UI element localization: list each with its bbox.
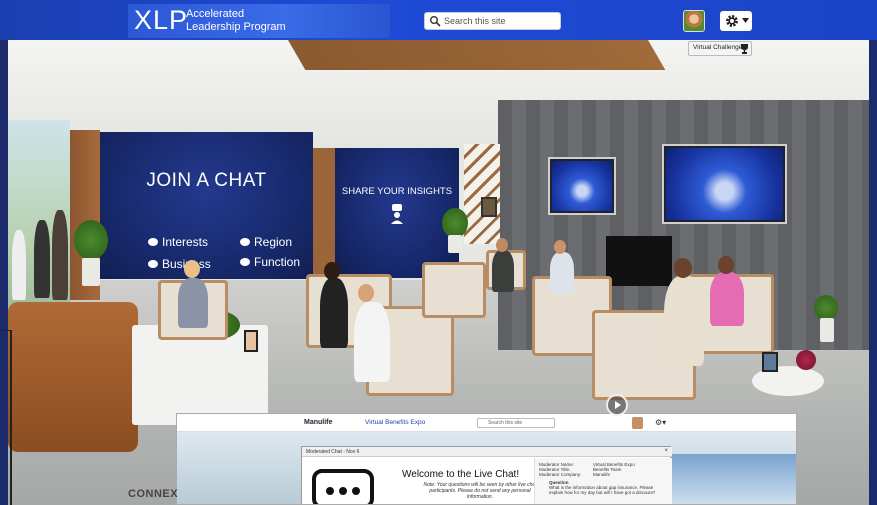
question-text: What is the information about gap insura… bbox=[549, 485, 656, 495]
plant bbox=[442, 208, 468, 238]
chat-modal-header: Moderated Chat - Nov 6 × bbox=[302, 447, 672, 457]
join-a-chat-panel[interactable]: JOIN A CHAT Interests Region Business Fu… bbox=[100, 132, 313, 279]
chevron-down-icon bbox=[742, 18, 749, 23]
join-option-function[interactable]: Function bbox=[254, 255, 300, 269]
plant-pot bbox=[82, 258, 100, 286]
connex-watermark: CONNEX bbox=[128, 488, 179, 500]
avatar-person[interactable] bbox=[34, 220, 50, 298]
join-option-region[interactable]: Region bbox=[254, 235, 292, 249]
plant-pot bbox=[448, 235, 462, 253]
frame-border bbox=[0, 330, 12, 505]
site-header: XLP Accelerated Leadership Program Searc… bbox=[0, 0, 877, 40]
preview-avatar[interactable] bbox=[632, 417, 643, 429]
search-input[interactable]: Search this site bbox=[424, 12, 561, 30]
moderator-company-label: Moderator Company: bbox=[539, 472, 582, 477]
avatar-head bbox=[674, 258, 692, 278]
close-icon[interactable]: × bbox=[664, 448, 668, 454]
live-chat-preview[interactable]: Manulife Virtual Benefits Expo Search th… bbox=[176, 413, 797, 505]
preview-brand-expo: Virtual Benefits Expo bbox=[365, 419, 426, 426]
avatar-person[interactable] bbox=[354, 302, 390, 382]
join-chat-title: JOIN A CHAT bbox=[146, 170, 267, 191]
avatar-head bbox=[184, 260, 200, 278]
virtual-lobby-page: JOIN A CHAT Interests Region Business Fu… bbox=[0, 0, 877, 505]
chat-bubble-icon bbox=[312, 469, 374, 504]
logo-xlp-text: XLP bbox=[134, 5, 189, 35]
preview-search-placeholder: Search this site bbox=[488, 420, 523, 426]
user-avatar[interactable] bbox=[683, 10, 705, 32]
chat-moderator-panel: Moderator Name: Virtual Benefits Expo Mo… bbox=[534, 458, 672, 504]
avatar-person[interactable] bbox=[492, 250, 514, 292]
chat-bubble-icon bbox=[240, 238, 250, 246]
moderator-company: Manulife bbox=[593, 472, 611, 477]
plant-pot bbox=[820, 318, 834, 342]
chat-bubble-icon bbox=[148, 260, 158, 268]
trophy-icon bbox=[741, 44, 748, 54]
logo-subtitle-line2: Leadership Program bbox=[186, 21, 286, 33]
globe-screen bbox=[552, 161, 612, 211]
wall-display-left bbox=[548, 157, 616, 215]
avatar-person[interactable] bbox=[320, 278, 348, 348]
avatar-head bbox=[718, 256, 734, 274]
logo-subtitle-line1: Accelerated bbox=[186, 8, 245, 20]
decor-shelf bbox=[464, 144, 500, 244]
plant bbox=[74, 220, 108, 260]
gear-icon bbox=[726, 15, 738, 27]
globe-screen bbox=[666, 148, 783, 220]
avatar-person[interactable] bbox=[664, 276, 704, 366]
chat-bubble-icon bbox=[148, 238, 158, 246]
chat-bubble-icon bbox=[240, 258, 250, 266]
flower-vase bbox=[796, 350, 816, 370]
avatar-person[interactable] bbox=[550, 252, 574, 294]
preview-gear-icon[interactable]: ⚙▾ bbox=[655, 418, 670, 428]
chat-welcome-note: Note: Your questions will be seen by oth… bbox=[423, 482, 537, 500]
avatar-head bbox=[496, 238, 508, 252]
photo-frame[interactable] bbox=[244, 330, 258, 352]
search-placeholder: Search this site bbox=[444, 16, 506, 26]
wall-display-right bbox=[662, 144, 787, 224]
preview-brand-manulife: Manulife bbox=[304, 419, 333, 426]
photo-frame[interactable] bbox=[762, 352, 778, 372]
black-tv bbox=[606, 236, 672, 286]
avatar-head bbox=[358, 284, 374, 302]
preview-header: Manulife Virtual Benefits Expo Search th… bbox=[177, 414, 796, 432]
chat-welcome-title: Welcome to the Live Chat! bbox=[402, 469, 520, 480]
preview-search-input[interactable]: Search this site bbox=[477, 418, 555, 428]
virtual-challenge-button[interactable]: Virtual Challenge bbox=[688, 41, 752, 56]
ceiling-beam bbox=[288, 40, 666, 70]
share-insights-icon bbox=[391, 204, 403, 224]
avatar-person[interactable] bbox=[12, 230, 26, 300]
program-logo[interactable]: XLP Accelerated Leadership Program bbox=[128, 4, 390, 38]
share-insights-title: SHARE YOUR INSIGHTS bbox=[341, 186, 453, 197]
chat-modal-title: Moderated Chat - Nov 6 bbox=[306, 449, 360, 455]
search-icon bbox=[430, 16, 441, 27]
preview-sea-image bbox=[671, 454, 796, 504]
avatar-head bbox=[324, 262, 340, 280]
lounge-chair bbox=[422, 262, 486, 318]
share-insights-panel[interactable]: SHARE YOUR INSIGHTS bbox=[335, 148, 459, 278]
wall-photo-frame[interactable] bbox=[481, 197, 497, 217]
avatar-head bbox=[554, 240, 566, 254]
avatar-person[interactable] bbox=[178, 278, 208, 328]
live-chat-modal: Moderated Chat - Nov 6 × Welcome to the … bbox=[301, 446, 672, 504]
virtual-challenge-label: Virtual Challenge bbox=[693, 44, 743, 51]
join-option-interests[interactable]: Interests bbox=[162, 235, 208, 249]
play-icon[interactable] bbox=[606, 394, 628, 416]
avatar-person[interactable] bbox=[710, 272, 744, 326]
sofa bbox=[8, 302, 138, 452]
settings-dropdown-button[interactable] bbox=[720, 11, 752, 31]
avatar-person[interactable] bbox=[52, 210, 68, 300]
